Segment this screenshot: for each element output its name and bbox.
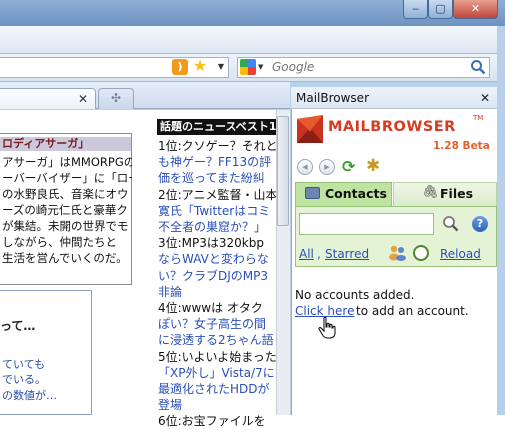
side-box-line[interactable]: の数値が… [2,389,90,404]
news-ranking-item[interactable]: 不全者の巣窟か？」 [158,219,276,235]
engine-dropdown-icon[interactable]: ▼ [258,60,266,74]
add-account-text: to add an account. [356,304,469,318]
news-ranking-item[interactable]: 6位:お宝ファイルを [158,413,276,429]
reload-link[interactable]: Reload [440,247,481,261]
people-icon[interactable] [388,244,407,261]
hand-cursor-icon [318,316,336,339]
close-icon[interactable]: ✕ [480,92,492,104]
news-ranking-item[interactable]: い？クラブDJのMP3 [158,268,276,284]
tab-files-label[interactable]: Files [440,186,473,201]
news-ranking-item[interactable]: 登場 [158,397,276,413]
news-ranking-item[interactable]: ならWAVと変わらな [158,251,276,267]
news-ranking-item[interactable]: ぽい？女子高生の間 [158,316,276,332]
paperclip-icon: 🖇 [422,185,439,200]
rss-feed-icon[interactable]: ) [172,59,188,75]
filter-starred-link[interactable]: Starred [325,247,369,261]
news-ranking-item[interactable]: 3位:MP3は320kbp [158,235,276,251]
mailbrowser-wordmark: MAILBROWSER [328,119,456,135]
no-accounts-message: No accounts added. [295,288,415,302]
article-line: の水野良氏、音楽にオウ [2,187,129,201]
news-ranking-item[interactable]: 最適化されたHDDが [158,381,276,397]
address-dropdown-icon[interactable]: ▼ [215,58,227,76]
scrollbar-thumb[interactable] [277,116,289,226]
side-box-heading[interactable]: って… [0,317,35,334]
news-ranking-item[interactable]: に浸透する2ちゃん語 [158,332,276,348]
article-line: 生活を営んでいくのだ。 [2,251,128,265]
article-line: ーバーバイザー」に「ロー [2,171,132,185]
side-box-line[interactable]: でいる。 [2,373,90,388]
back-icon[interactable]: ◀ [297,159,313,175]
trademark-mark: TM [473,114,484,122]
side-box-line[interactable]: ていても [2,358,90,373]
search-icon[interactable] [442,215,459,232]
article-line: しながら、仲間たちと [2,235,117,249]
tab-contacts-label[interactable]: Contacts [325,186,387,201]
news-ranking-item[interactable]: 5位:いよいよ始まった [158,349,276,365]
article-line: ーズの崎元仁氏と豪華ク [2,203,128,217]
bookmark-star-icon[interactable]: ★ [191,57,209,75]
minimize-button[interactable]: ‒ [403,0,428,19]
new-tab-button[interactable]: ✣ [98,88,134,109]
news-ranking-item[interactable]: 1位:クソゲー？それとも [158,138,276,154]
news-ranking-item[interactable]: 2位:アニメ監督・山本 [158,187,276,203]
news-ranking-item[interactable]: 寛氏「Twitterはコミ [158,203,276,219]
close-window-button[interactable]: ✕ [453,0,498,19]
article-title[interactable]: ロディアサーガ」 [0,137,131,151]
close-icon[interactable]: ✕ [78,93,90,105]
search-icon[interactable] [470,59,486,75]
mailbrowser-logo-icon [297,115,323,143]
news-ranking-item[interactable]: 非論 [158,284,276,300]
article-line: が集結。未開の世界でモ [2,219,129,233]
refresh-icon[interactable]: ⟳ [342,158,360,176]
news-ranking-item[interactable]: も神ゲー？FF13の評 [158,154,276,170]
news-ranking-heading: 話題のニュースベスト10 [157,119,276,135]
forward-icon[interactable]: ▶ [319,159,335,175]
article-line: アサーガ」はMMORPGの [2,155,132,169]
clock-icon[interactable] [413,245,429,261]
news-ranking-item[interactable]: 4位:wwwは オタク [158,300,276,316]
news-ranking-item[interactable]: 「XP外し」Vista/7に [158,365,276,381]
contact-search-input[interactable] [299,213,434,235]
contacts-card-icon [305,187,320,199]
menu-strip [0,26,497,54]
filter-separator: , [317,247,321,261]
settings-icon[interactable]: ✱ [366,157,385,176]
help-icon[interactable]: ? [472,216,488,232]
version-label: 1.28 Beta [433,140,490,152]
maximize-button[interactable]: ▢ [428,0,453,19]
news-ranking-item[interactable]: 価を巡ってまた紛糾 [158,170,276,186]
filter-all-link[interactable]: All [299,247,314,261]
google-engine-icon[interactable] [240,59,256,75]
panel-title: MailBrowser [296,91,370,105]
search-input[interactable] [272,58,467,76]
